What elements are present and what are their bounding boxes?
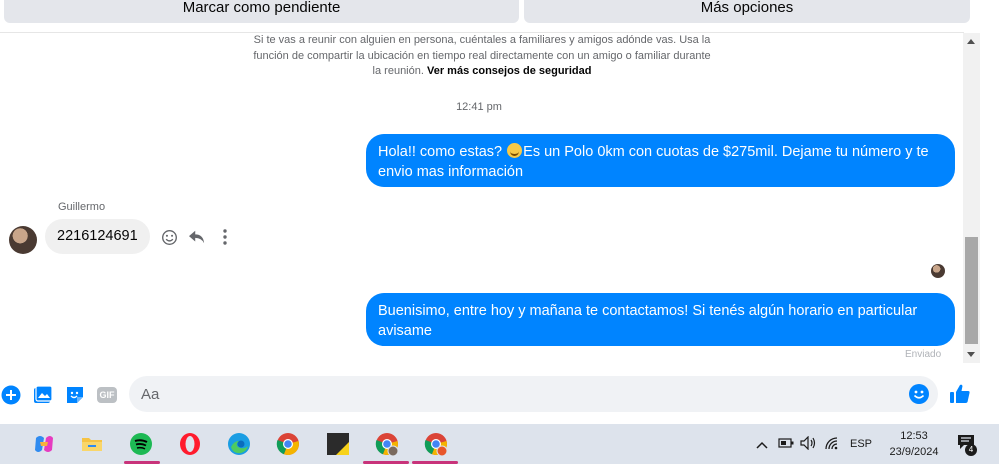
gif-icon[interactable]: GIF — [96, 384, 118, 406]
chevron-up-icon[interactable] — [756, 437, 768, 452]
scroll-thumb[interactable] — [965, 237, 978, 344]
scroll-down-arrow-icon[interactable] — [967, 352, 975, 357]
file-explorer-icon[interactable] — [80, 432, 104, 456]
photo-icon[interactable] — [32, 384, 54, 406]
outgoing-message[interactable]: Hola!! como estas? Es un Polo 0km con cu… — [366, 134, 955, 187]
copilot-icon[interactable] — [32, 432, 56, 456]
message-actions — [160, 228, 234, 246]
message-text-part: Hola!! como estas? — [378, 144, 503, 160]
edge-icon[interactable] — [227, 432, 251, 456]
clock-date: 23/9/2024 — [889, 446, 939, 458]
avatar[interactable] — [9, 226, 37, 254]
scrollbar[interactable] — [963, 33, 980, 363]
speaker-icon[interactable] — [800, 435, 816, 453]
message-composer: GIF — [0, 374, 999, 416]
safety-notice: Si te vas a reunir con alguien en person… — [252, 33, 712, 80]
clock-time: 12:53 — [900, 430, 928, 442]
outgoing-message[interactable]: Buenisimo, entre hoy y mañana te contact… — [366, 293, 955, 346]
seen-avatar — [931, 264, 945, 278]
notification-center-icon[interactable]: 4 — [957, 434, 979, 456]
wifi-icon[interactable] — [824, 436, 838, 453]
chrome-icon[interactable] — [276, 432, 300, 456]
chrome-profile-icon[interactable] — [375, 432, 399, 457]
sticker-icon[interactable] — [64, 384, 86, 406]
react-smiley-icon[interactable] — [160, 228, 178, 246]
spotify-icon[interactable] — [129, 432, 153, 456]
top-actions-bar: Marcar como pendiente Más opciones — [0, 0, 999, 28]
sticky-app-icon[interactable] — [326, 432, 350, 456]
system-tray: ESP — [750, 424, 872, 464]
clock[interactable]: 12:53 23/9/2024 — [880, 428, 948, 460]
language-indicator[interactable]: ESP — [850, 438, 872, 450]
safety-tips-link[interactable]: Ver más consejos de seguridad — [427, 65, 591, 77]
scroll-up-arrow-icon[interactable] — [967, 39, 975, 44]
like-icon[interactable] — [948, 382, 972, 406]
chrome-profile-2-icon[interactable] — [424, 432, 448, 457]
message-input[interactable] — [129, 376, 938, 412]
mark-pending-button[interactable]: Marcar como pendiente — [4, 0, 519, 23]
more-vertical-icon[interactable] — [216, 228, 234, 246]
opera-icon[interactable] — [178, 432, 202, 456]
plus-icon[interactable] — [0, 384, 22, 406]
incoming-message[interactable]: 2216124691 — [45, 219, 150, 254]
message-status: Enviado — [905, 349, 942, 360]
battery-icon[interactable] — [778, 437, 794, 451]
gif-label: GIF — [97, 387, 117, 403]
smiling-face-emoji-icon — [507, 143, 523, 158]
taskbar: ESP 12:53 23/9/2024 4 — [0, 424, 999, 464]
more-options-button[interactable]: Más opciones — [524, 0, 970, 23]
sender-name: Guillermo — [58, 201, 106, 213]
message-timestamp: 12:41 pm — [456, 101, 502, 113]
emoji-icon[interactable] — [909, 384, 929, 404]
notification-count: 4 — [965, 444, 977, 456]
messenger-window: Marcar como pendiente Más opciones Si te… — [0, 0, 999, 464]
reply-icon[interactable] — [188, 228, 206, 246]
